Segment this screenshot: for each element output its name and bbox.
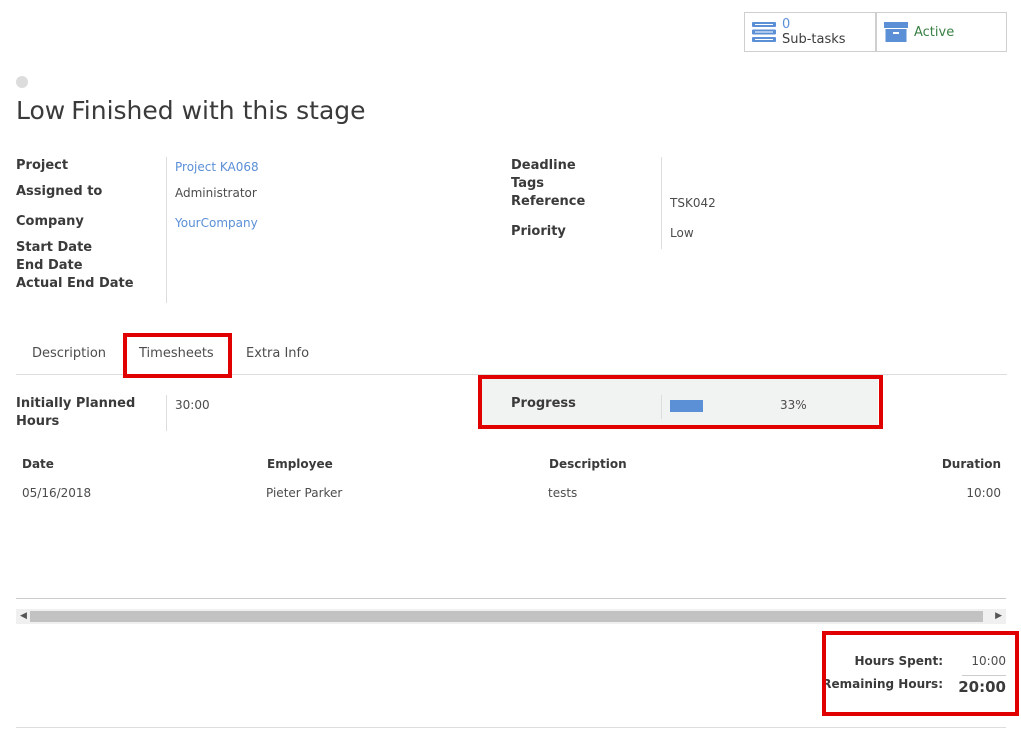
field-divider [166,395,167,431]
page-title: Low Finished with this stage [16,96,366,125]
hours-spent-value: 10:00 [971,654,1006,668]
project-link[interactable]: Project KA068 [175,160,259,174]
subtasks-text: 0 Sub-tasks [782,17,846,47]
totals-highlight [822,631,1019,716]
priority-star-icon[interactable] [16,76,28,88]
subtasks-label: Sub-tasks [782,32,846,47]
project-label: Project [16,158,69,173]
horizontal-scrollbar[interactable]: ◀ ▶ [16,609,1006,624]
table-bottom-divider [16,598,1006,599]
planned-hours-value: 30:00 [175,398,210,412]
archive-icon [884,22,908,42]
remaining-hours-value: 20:00 [958,678,1006,696]
priority-value: Low [670,226,694,240]
tab-timesheets[interactable]: Timesheets [139,346,214,361]
field-divider [661,157,662,249]
progress-label: Progress [511,396,576,411]
scroll-left-icon[interactable]: ◀ [20,612,27,621]
hours-spent-label: Hours Spent: [854,654,943,668]
task-name: Finished with this stage [71,96,366,125]
progress-percent: 33% [780,398,807,412]
company-label: Company [16,214,84,229]
column-header-duration[interactable]: Duration [942,457,1001,471]
subtasks-count: 0 [782,17,791,32]
scrollbar-thumb[interactable] [30,611,983,622]
progress-bar-fill [670,400,703,412]
subtasks-button[interactable]: 0 Sub-tasks [744,12,876,52]
active-toggle-button[interactable]: Active [876,12,1007,52]
totals-divider [962,675,1006,676]
progress-bar [670,400,770,412]
tags-label: Tags [511,176,545,191]
field-divider [166,157,167,303]
remaining-hours-label: Remaining Hours: [822,677,943,691]
cell-employee: Pieter Parker [266,486,343,500]
field-divider [661,395,662,419]
assigned-label: Assigned to [16,184,103,199]
column-header-description[interactable]: Description [549,457,627,471]
cell-date: 05/16/2018 [22,486,92,500]
company-link[interactable]: YourCompany [175,216,258,230]
active-label: Active [914,24,955,40]
bottom-divider [16,727,1006,728]
planned-hours-label-line2: Hours [16,414,60,429]
end-date-label: End Date [16,258,83,273]
start-date-label: Start Date [16,240,93,255]
reference-label: Reference [511,194,586,209]
tab-extra-info[interactable]: Extra Info [246,346,309,361]
deadline-label: Deadline [511,158,576,173]
tab-description[interactable]: Description [32,346,106,361]
scroll-right-icon[interactable]: ▶ [995,612,1002,621]
tabs-divider [16,374,1007,375]
priority-label: Priority [511,224,566,239]
title-priority: Low [16,96,66,125]
actual-end-date-label: Actual End Date [16,276,134,291]
column-header-date[interactable]: Date [22,457,54,471]
tasks-icon [752,22,776,42]
reference-value: TSK042 [670,196,716,210]
column-header-employee[interactable]: Employee [267,457,333,471]
cell-duration: 10:00 [966,486,1001,500]
cell-description: tests [548,486,578,500]
planned-hours-label-line1: Initially Planned [16,396,136,411]
assigned-value: Administrator [175,186,257,200]
